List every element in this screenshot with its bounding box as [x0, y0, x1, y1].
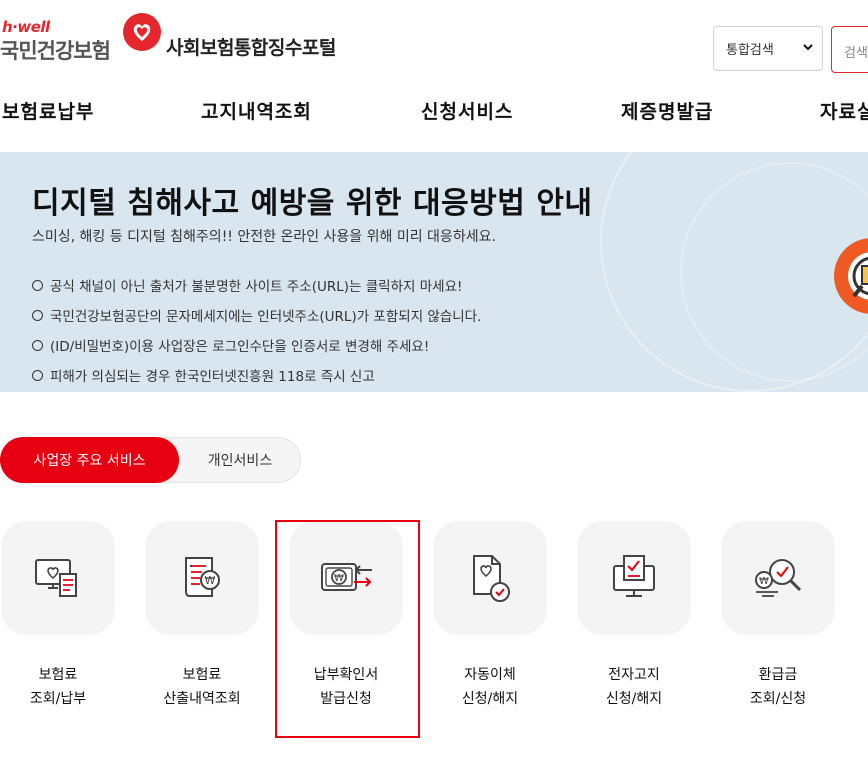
monitor-check-icon: [613, 555, 655, 597]
heart-logo-icon: [123, 13, 161, 51]
service-label: 보험료 조회/납부: [29, 667, 87, 707]
tab-personal-services[interactable]: 개인서비스: [180, 437, 300, 483]
service-icon-box[interactable]: ₩: [145, 521, 259, 635]
search-input[interactable]: 검색: [831, 26, 868, 73]
service-label: 보험료 산출내역조회: [163, 667, 241, 707]
logo-org-name: 국민건강보험: [0, 39, 111, 63]
document-won-icon: ₩: [185, 557, 220, 597]
service-refund[interactable]: ₩ 환급금 조회/신청: [721, 521, 835, 711]
svg-text:₩: ₩: [205, 574, 216, 587]
chevron-down-icon: [803, 44, 813, 51]
circle-bullet-icon: [32, 339, 43, 351]
service-premium-calculation[interactable]: ₩ 보험료 산출내역조회: [145, 521, 259, 711]
service-icon-box[interactable]: ₩: [721, 521, 835, 635]
gnb-item-notice-inquiry[interactable]: 고지내역조회: [201, 97, 312, 124]
nhis-logo[interactable]: h·well 국민건강보험: [0, 12, 170, 67]
document-heart-check-icon: [473, 555, 510, 602]
selection-highlight-box: [275, 520, 420, 738]
service-icon-box[interactable]: [577, 521, 691, 635]
svg-text:₩: ₩: [759, 576, 769, 587]
banner-tip-item: 국민건강보험공단의 문자메세지에는 인터넷주소(URL)가 포함되지 않습니다.: [32, 300, 481, 330]
gnb-item-premium-payment[interactable]: 보험료납부: [2, 97, 94, 124]
monitor-heart-receipt-icon: [35, 559, 77, 597]
service-label: 전자고지 신청/해지: [605, 667, 663, 707]
circle-bullet-icon: [32, 309, 43, 321]
service-label: 자동이체 신청/해지: [461, 667, 519, 707]
service-premium-inquiry-payment[interactable]: 보험료 조회/납부: [1, 521, 115, 711]
banner-tips-list: 공식 채널이 아닌 출처가 불분명한 사이트 주소(URL)는 클릭하지 마세요…: [32, 270, 481, 390]
security-illustration-icon: [834, 238, 868, 314]
security-notice-banner[interactable]: 디지털 침해사고 예방을 위한 대응방법 안내 스미싱, 해킹 등 디지털 침해…: [0, 152, 868, 392]
circle-bullet-icon: [32, 369, 43, 381]
service-icon-box[interactable]: [433, 521, 547, 635]
banner-tip-item: 피해가 의심되는 경우 한국인터넷진흥원 118로 즉시 신고: [32, 360, 481, 390]
portal-title[interactable]: 사회보험통합징수포털: [166, 33, 336, 60]
logo-hwell-text: h·well: [2, 18, 50, 36]
gnb-item-resources[interactable]: 자료실: [820, 97, 868, 124]
service-label: 환급금 조회/신청: [749, 667, 807, 707]
service-auto-transfer[interactable]: 자동이체 신청/해지: [433, 521, 547, 711]
service-icon-box[interactable]: [1, 521, 115, 635]
circle-bullet-icon: [32, 279, 43, 291]
banner-subtitle: 스미싱, 해킹 등 디지털 침해주의!! 안전한 온라인 사용을 위해 미리 대…: [32, 229, 496, 245]
banner-tip-item: 공식 채널이 아닌 출처가 불분명한 사이트 주소(URL)는 클릭하지 마세요…: [32, 270, 481, 300]
service-e-notice[interactable]: 전자고지 신청/해지: [577, 521, 691, 711]
search-scope-value: 통합검색: [726, 43, 774, 58]
coin-magnifier-check-icon: ₩: [755, 559, 802, 597]
banner-title: 디지털 침해사고 예방을 위한 대응방법 안내: [32, 186, 593, 221]
search-scope-select[interactable]: 통합검색: [713, 26, 823, 71]
gnb-item-certificate-issue[interactable]: 제증명발급: [621, 97, 713, 124]
gnb-item-application-service[interactable]: 신청서비스: [421, 97, 513, 124]
banner-tip-item: (ID/비밀번호)이용 사업장은 로그인수단을 인증서로 변경해 주세요!: [32, 330, 481, 360]
tab-business-services[interactable]: 사업장 주요 서비스: [0, 437, 179, 483]
